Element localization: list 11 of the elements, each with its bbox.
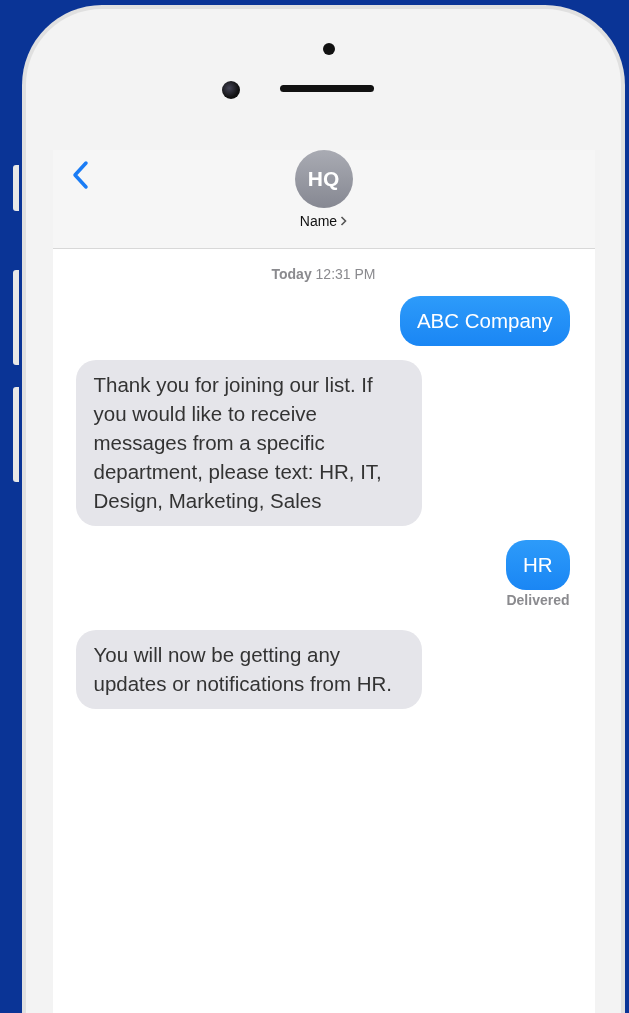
contact-name[interactable]: Name xyxy=(299,213,338,229)
chevron-icon xyxy=(340,216,348,226)
delivery-status: Delivered xyxy=(506,592,570,608)
camera-icon xyxy=(222,81,240,99)
sensor-dot xyxy=(323,43,335,55)
received-message: You will now be getting any updates or notifications from HR. xyxy=(75,630,422,709)
timestamp: Today 12:31 PM xyxy=(270,266,377,282)
back-icon[interactable] xyxy=(70,160,91,190)
received-message: Thank you for joining our list. If you would like to receive messages from a specific department, please text: HR, IT, Design, Marketing, Sales xyxy=(75,360,422,526)
sent-message: ABC Company xyxy=(399,296,570,346)
sent-message: HR xyxy=(505,540,570,590)
